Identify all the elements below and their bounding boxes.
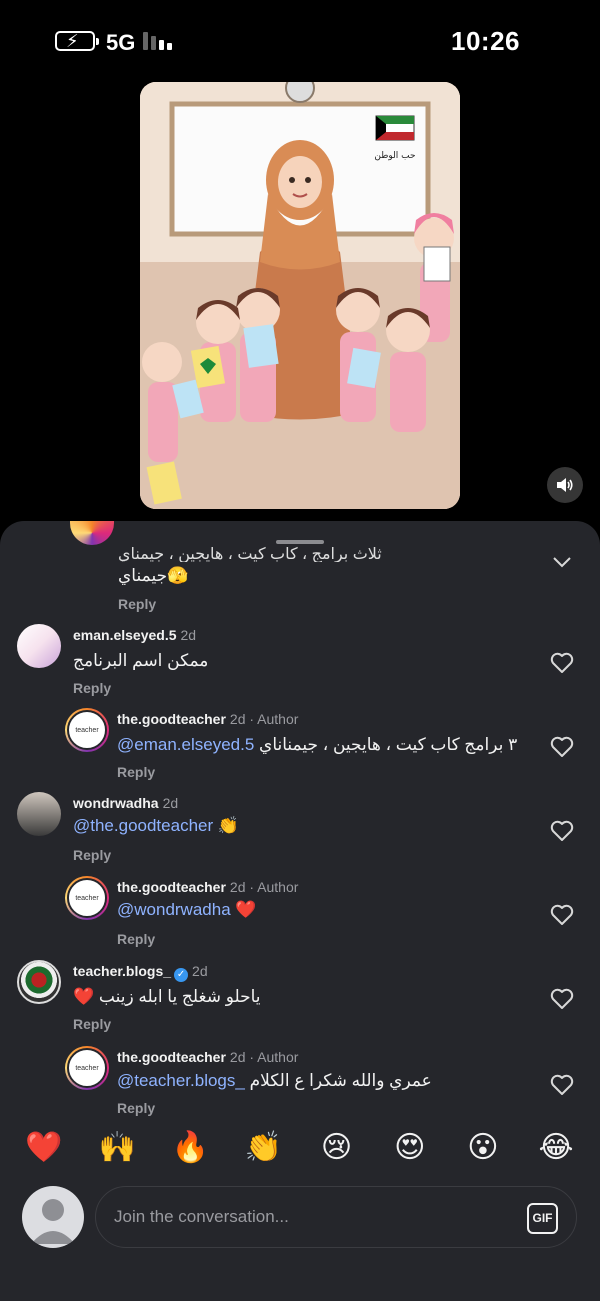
reaction-heart-eyes[interactable]: 😍: [390, 1126, 430, 1170]
battery-icon: ⚡: [55, 31, 99, 51]
avatar[interactable]: teacher: [65, 708, 109, 752]
status-bar: ⚡ 5G 10:26: [0, 0, 600, 82]
comment-text-partial: ثلاث برامج ، كاب كيت ، هايجين ، جيمناي: [118, 546, 382, 562]
reply-button[interactable]: Reply: [117, 931, 155, 947]
reaction-laugh[interactable]: 😂: [536, 1126, 576, 1170]
mention-link[interactable]: @teacher.blogs_: [117, 1071, 245, 1090]
comment-text: جيمناي🫣: [118, 566, 189, 585]
heart-icon[interactable]: [550, 988, 574, 1010]
mention-link[interactable]: @wondrwadha: [117, 900, 231, 919]
signal-icon: [143, 32, 177, 50]
comment-username[interactable]: the.goodteacher: [117, 711, 226, 727]
post-media[interactable]: حب الوطن: [140, 82, 460, 509]
reaction-clap[interactable]: 👏: [243, 1126, 283, 1170]
comment-composer[interactable]: GIF: [95, 1186, 577, 1248]
comment-time: 2d: [180, 627, 197, 643]
avatar[interactable]: teacher: [65, 876, 109, 920]
quick-reactions-bar: ❤️ 🙌 🔥 👏 😢 😍 😮 😂: [0, 1126, 600, 1170]
network-label: 5G: [106, 30, 136, 55]
clock: 10:26: [451, 26, 520, 56]
heart-icon[interactable]: [550, 1074, 574, 1096]
reply-button[interactable]: Reply: [73, 1016, 111, 1032]
classroom-illustration: حب الوطن: [140, 82, 460, 509]
heart-icon[interactable]: [550, 652, 574, 674]
heart-icon[interactable]: [550, 904, 574, 926]
comment-username[interactable]: wondrwadha: [73, 795, 159, 811]
reaction-fire[interactable]: 🔥: [170, 1126, 210, 1170]
verified-badge-icon: ✓: [174, 968, 189, 982]
avatar[interactable]: [17, 960, 61, 1004]
comment-time: 2d: [229, 879, 246, 895]
comment-username[interactable]: teacher.blogs_: [73, 963, 171, 979]
comment-username[interactable]: the.goodteacher: [117, 1049, 226, 1065]
chevron-down-icon[interactable]: [550, 551, 574, 573]
heart-icon[interactable]: [550, 736, 574, 758]
sound-toggle-button[interactable]: [547, 467, 583, 503]
reaction-surprised[interactable]: 😮: [463, 1126, 503, 1170]
mention-link[interactable]: @eman.elseyed.5: [117, 735, 254, 754]
gif-button[interactable]: GIF: [527, 1203, 558, 1234]
reaction-heart[interactable]: ❤️: [24, 1126, 64, 1170]
comment-text: عمري والله شكرا ع الكلام: [249, 1071, 432, 1090]
comment-input[interactable]: [114, 1187, 514, 1247]
comment-username[interactable]: the.goodteacher: [117, 879, 226, 895]
author-badge: · Author: [249, 1049, 299, 1065]
avatar[interactable]: teacher: [65, 1046, 109, 1090]
comment-text: ٣ برامج كاب كيت ، هايجين ، جيمناناي: [259, 735, 518, 754]
comment-time: 2d: [229, 711, 246, 727]
mention-link[interactable]: @the.goodteacher: [73, 816, 213, 835]
reply-button[interactable]: Reply: [117, 1100, 155, 1116]
current-user-avatar[interactable]: [22, 1186, 84, 1248]
reply-button[interactable]: Reply: [73, 847, 111, 863]
speaker-icon: [557, 478, 573, 492]
author-badge: · Author: [249, 711, 299, 727]
avatar[interactable]: [70, 521, 114, 545]
reply-button[interactable]: Reply: [118, 596, 156, 612]
avatar[interactable]: [17, 792, 61, 836]
reply-button[interactable]: Reply: [73, 680, 111, 696]
comment-text: ممكن اسم البرنامج: [73, 651, 209, 670]
avatar[interactable]: [17, 624, 61, 668]
comment-time: 2d: [229, 1049, 246, 1065]
comment-time: 2d: [192, 963, 208, 979]
heart-icon[interactable]: [550, 820, 574, 842]
reaction-sad[interactable]: 😢: [317, 1126, 357, 1170]
comment-text: ❤️: [235, 900, 257, 919]
author-badge: · Author: [249, 879, 299, 895]
reaction-raised-hands[interactable]: 🙌: [97, 1126, 137, 1170]
reply-button[interactable]: Reply: [117, 764, 155, 780]
flag-caption: حب الوطن: [374, 151, 415, 161]
person-icon: [31, 1199, 75, 1244]
comments-sheet[interactable]: ثلاث برامج ، كاب كيت ، هايجين ، جيمناي ج…: [0, 521, 600, 1301]
comment-text: ياحلو شغلج يا ابله زينب ❤️: [73, 987, 261, 1006]
comment-time: 2d: [162, 795, 179, 811]
comment-username[interactable]: eman.elseyed.5: [73, 627, 177, 643]
comment-text: 👏: [217, 816, 240, 835]
